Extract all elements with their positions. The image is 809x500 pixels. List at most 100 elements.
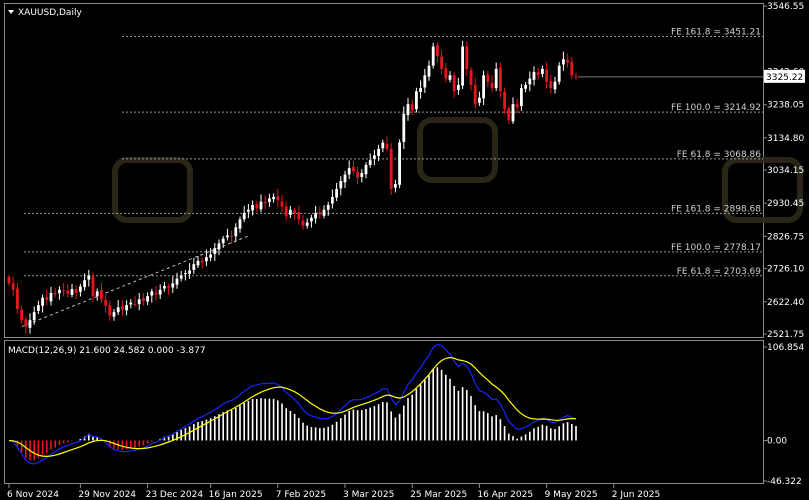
candle	[91, 272, 95, 302]
candle	[154, 285, 158, 301]
candle	[499, 62, 502, 98]
candle-body	[247, 209, 250, 212]
candle-body	[284, 206, 288, 217]
candle	[394, 179, 397, 193]
time-tick-label: 6 Nov 2024	[7, 490, 59, 500]
candle	[20, 305, 23, 324]
candle-body	[259, 201, 263, 210]
candle-body	[53, 292, 57, 295]
candle	[259, 194, 263, 212]
candle-body	[562, 59, 565, 65]
candle-body	[142, 298, 145, 301]
candle-body	[171, 283, 175, 288]
candle	[289, 205, 292, 219]
time-tick-label: 16 Jan 2025	[209, 490, 263, 500]
candle-body	[74, 289, 78, 293]
candle	[272, 193, 275, 203]
candle-body	[326, 204, 330, 210]
candle-body	[32, 312, 36, 321]
candle-body	[45, 297, 49, 300]
candle-body	[66, 290, 70, 294]
price-axis: 3546.553342.603238.053134.803034.152930.…	[763, 2, 805, 340]
candle	[373, 149, 376, 166]
candle-body	[314, 212, 317, 219]
candle	[24, 316, 28, 334]
candle	[440, 50, 443, 75]
candle	[158, 284, 162, 300]
candle-body	[339, 180, 343, 189]
macd-tick-label: 106.854	[767, 343, 804, 353]
candle-body	[419, 88, 422, 92]
candle	[402, 106, 406, 149]
candle-body	[423, 75, 427, 88]
candle-body	[389, 148, 393, 189]
candle	[545, 62, 548, 89]
candle-body	[570, 61, 574, 76]
fib-level-label: FE 161.8 = 3451.21	[671, 28, 761, 38]
candle	[562, 51, 565, 71]
candle	[503, 88, 506, 115]
macd-line	[8, 343, 577, 465]
candle	[507, 105, 511, 124]
candle	[427, 60, 431, 81]
candle-body	[41, 297, 44, 306]
candle	[137, 292, 141, 311]
candle-body	[95, 291, 99, 297]
candle-body	[217, 243, 221, 250]
candle	[314, 205, 317, 224]
candle-body	[221, 238, 225, 244]
candle	[524, 82, 527, 93]
candle-body	[486, 74, 490, 82]
candle-body	[150, 291, 154, 296]
candle	[16, 283, 19, 314]
candle	[184, 269, 187, 281]
candle	[494, 62, 498, 91]
time-tick-label: 9 May 2025	[545, 490, 598, 500]
candle-body	[465, 45, 469, 69]
candle	[398, 139, 401, 189]
candle	[322, 205, 326, 219]
candle	[436, 42, 439, 63]
candle	[238, 216, 242, 233]
symbol-label: XAUUSD,Daily	[18, 8, 82, 18]
candle-body	[352, 166, 355, 172]
price-tick-label: 2930.45	[767, 199, 804, 209]
symbol-title[interactable]: XAUUSD,Daily	[8, 8, 82, 18]
candle-body	[360, 172, 364, 178]
candle	[79, 283, 82, 297]
candle-body	[402, 113, 406, 142]
candle-body	[121, 306, 124, 310]
candle-body	[494, 68, 498, 89]
candle	[280, 195, 284, 213]
candle-body	[11, 283, 15, 290]
candle-body	[318, 212, 322, 215]
candle-body	[444, 68, 448, 79]
candle-body	[478, 97, 481, 103]
candle-body	[490, 82, 494, 89]
candle	[541, 65, 544, 78]
candle	[108, 300, 112, 321]
candle-body	[520, 88, 523, 107]
candle	[473, 77, 477, 109]
candle-body	[158, 289, 162, 295]
candle	[175, 272, 179, 289]
candle-body	[272, 196, 275, 200]
macd-tick-label: -46.322	[767, 477, 802, 487]
candle-body	[457, 84, 460, 91]
dropdown-triangle-icon[interactable]	[8, 10, 14, 14]
candle-body	[381, 142, 385, 149]
candle-body	[7, 276, 11, 284]
candle	[192, 258, 196, 274]
candle-body	[469, 70, 473, 85]
candle-body	[100, 290, 103, 300]
candle	[335, 182, 338, 202]
candle	[368, 153, 372, 168]
candle-body	[541, 68, 544, 75]
candle-body	[431, 46, 435, 66]
candle	[37, 300, 40, 315]
candle-body	[322, 209, 326, 216]
candle-body	[268, 198, 271, 203]
candle-body	[507, 108, 511, 121]
candle-body	[238, 219, 242, 229]
candle	[28, 313, 32, 334]
